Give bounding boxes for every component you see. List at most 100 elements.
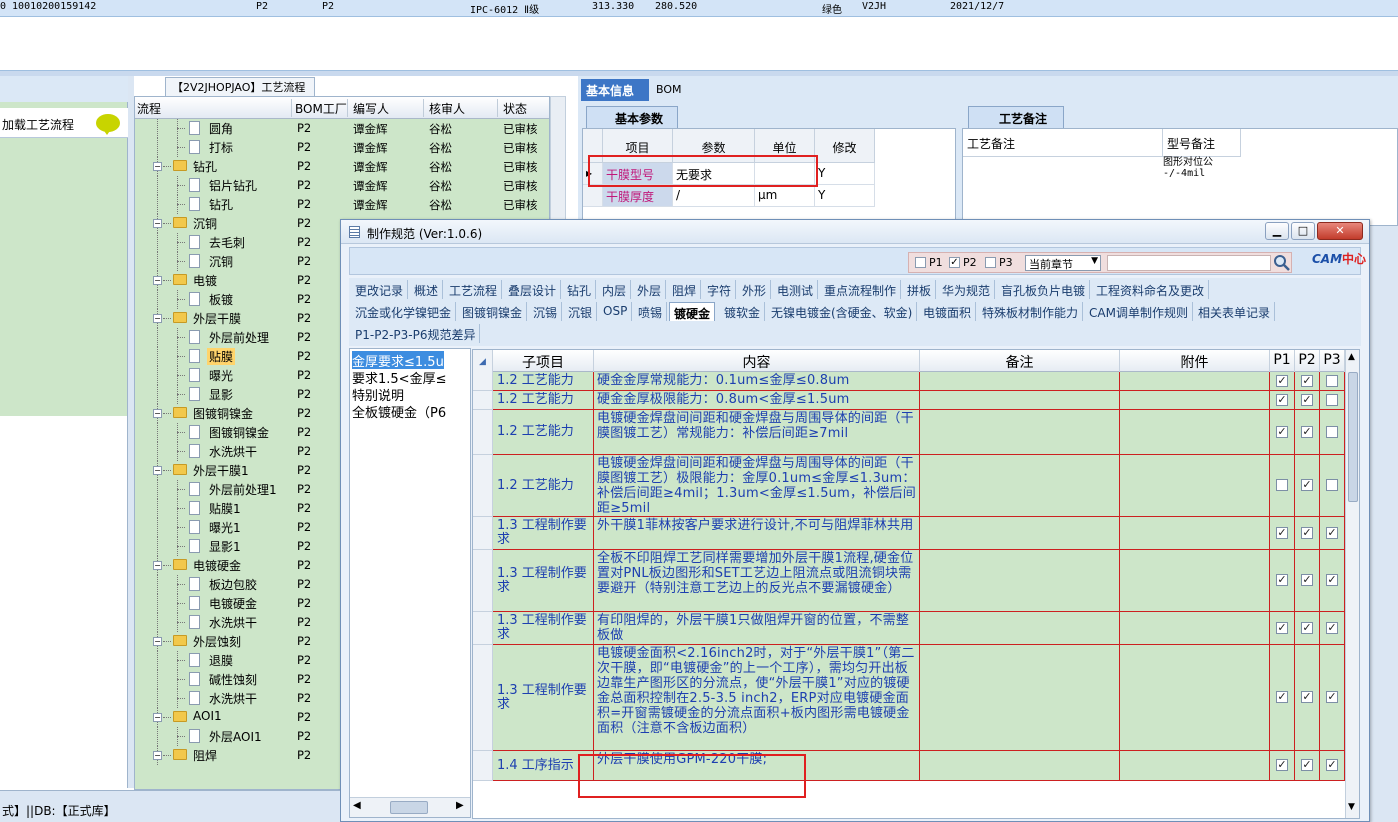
collapse-icon[interactable]: − [153,219,162,228]
col-author[interactable]: 编写人 [353,100,389,117]
collapse-icon[interactable]: − [153,561,162,570]
collapse-icon[interactable]: − [153,162,162,171]
p1-checkbox[interactable]: ✓ [1276,527,1288,539]
col-content[interactable]: 内容 [594,350,920,372]
spec-remark[interactable] [920,751,1120,781]
p3-checkbox[interactable]: ✓ [1326,759,1338,771]
tab-chapter[interactable]: 盲孔板负片电镀 [997,280,1091,299]
collapse-icon[interactable]: − [153,466,162,475]
tab-chapter[interactable]: 工程资料命名及更改 [1092,280,1210,299]
col-remark[interactable]: 备注 [920,350,1120,372]
spec-attachment[interactable] [1120,550,1270,612]
spec-remark[interactable] [920,372,1120,391]
filter-p1-checkbox[interactable] [915,257,926,268]
p1-checkbox[interactable]: ✓ [1276,691,1288,703]
row-header[interactable] [473,645,493,751]
close-button[interactable]: ✕ [1317,222,1363,240]
row-header[interactable] [473,372,493,391]
p2-checkbox[interactable]: ✓ [1301,527,1313,539]
tab-chapter[interactable]: 镀硬金 [669,302,716,321]
tab-basic-params[interactable]: 基本参数 [586,106,678,128]
tab-chapter[interactable]: 特殊板材制作能力 [978,302,1084,321]
tab-chapter[interactable]: 无镍电镀金(含硬金、软金) [767,302,918,321]
p3-checkbox[interactable] [1326,375,1338,387]
tab-chapter[interactable]: 工艺流程 [445,280,503,299]
tab-chapter[interactable]: 沉金或化学镍钯金 [351,302,457,321]
tab-chapter[interactable]: 镀软金 [720,302,766,321]
spec-attachment[interactable] [1120,391,1270,410]
row-header[interactable] [473,455,493,517]
p2-checkbox[interactable]: ✓ [1301,426,1313,438]
spec-attachment[interactable] [1120,751,1270,781]
spec-remark[interactable] [920,517,1120,550]
spec-remark[interactable] [920,645,1120,751]
p2-checkbox[interactable]: ✓ [1301,691,1313,703]
load-flow-button[interactable]: 加载工艺流程 [0,108,128,138]
p2-checkbox[interactable]: ✓ [1301,759,1313,771]
p3-checkbox[interactable] [1326,394,1338,406]
tab-chapter[interactable]: 外层 [633,280,667,299]
tab-chapter[interactable]: 钻孔 [563,280,597,299]
spec-remark[interactable] [920,612,1120,645]
tab-bom[interactable]: BOM [656,83,682,96]
param-value[interactable]: / [673,185,755,207]
collapse-icon[interactable]: − [153,314,162,323]
spec-row[interactable]: 1.3 工程制作要求 电镀硬金面积<2.16inch2时，对于“外层干膜1”（第二… [473,645,1345,751]
p2-checkbox[interactable]: ✓ [1301,622,1313,634]
col-attachment[interactable]: 附件 [1120,350,1270,372]
tab-chapter[interactable]: 沉锡 [529,302,563,321]
section-list-item[interactable]: 要求1.5<金厚≤ [352,368,446,387]
tab-chapter[interactable]: 喷锡 [634,302,668,321]
p3-checkbox[interactable]: ✓ [1326,691,1338,703]
scroll-down-icon[interactable]: ▼ [1348,802,1355,812]
col-p2[interactable]: P2 [1295,350,1320,372]
spec-table[interactable]: ◢ 子项目 内容 备注 附件 P1 P2 P3 1.2 工艺能力 硬金金厚常规能力… [472,349,1360,819]
tree-leaf[interactable]: 圆角 P2 谭金辉 谷松 已审核 [135,119,549,138]
tab-chapter[interactable]: 电镀面积 [919,302,977,321]
col-status[interactable]: 状态 [503,100,527,117]
filter-p2-checkbox[interactable]: ✓ [949,257,960,268]
p2-checkbox[interactable]: ✓ [1301,479,1313,491]
p2-checkbox[interactable]: ✓ [1301,375,1313,387]
spec-attachment[interactable] [1120,645,1270,751]
p1-checkbox[interactable]: ✓ [1276,394,1288,406]
p3-checkbox[interactable]: ✓ [1326,527,1338,539]
scroll-right-icon[interactable]: ▶ [456,800,464,811]
section-list-item[interactable]: 特别说明 [352,385,404,404]
spec-remark[interactable] [920,550,1120,612]
collapse-icon[interactable]: − [153,713,162,722]
p1-checkbox[interactable]: ✓ [1276,375,1288,387]
minimize-button[interactable]: ▁ [1265,222,1289,240]
tab-chapter[interactable]: P1-P2-P3-P6规范差异 [351,324,481,343]
p3-checkbox[interactable] [1326,479,1338,491]
scroll-thumb[interactable] [1348,372,1358,502]
tree-node[interactable]: − 钻孔 P2 谭金辉 谷松 已审核 [135,157,549,176]
tab-chapter[interactable]: 概述 [410,280,444,299]
tree-leaf[interactable]: 钻孔 P2 谭金辉 谷松 已审核 [135,195,549,214]
flow-tab[interactable]: 【2V2JHOPJAO】工艺流程 [165,77,315,96]
p3-checkbox[interactable]: ✓ [1326,622,1338,634]
col-p1[interactable]: P1 [1270,350,1295,372]
row-header[interactable] [473,550,493,612]
col-p3[interactable]: P3 [1320,350,1345,372]
tab-chapter[interactable]: 内层 [598,280,632,299]
row-header[interactable] [473,612,493,645]
spec-remark[interactable] [920,391,1120,410]
scroll-thumb[interactable] [390,801,428,814]
tab-chapter[interactable]: 更改记录 [351,280,409,299]
p2-checkbox[interactable]: ✓ [1301,574,1313,586]
chat-bubble-icon[interactable] [96,114,120,135]
p2-checkbox[interactable]: ✓ [1301,394,1313,406]
filter-p3-checkbox[interactable] [985,257,996,268]
search-icon[interactable] [1273,254,1291,272]
spec-attachment[interactable] [1120,612,1270,645]
tab-chapter[interactable]: 外形 [738,280,772,299]
row-header[interactable] [473,751,493,781]
section-list-item[interactable]: 金厚要求≤1.5u [352,351,444,370]
spec-attachment[interactable] [1120,455,1270,517]
tab-chapter[interactable]: 字符 [703,280,737,299]
spec-vertical-scrollbar[interactable]: ▲ ▼ [1345,350,1359,818]
tab-chapter[interactable]: 华为规范 [938,280,996,299]
tab-chapter[interactable]: OSP [599,302,633,321]
collapse-icon[interactable]: − [153,637,162,646]
